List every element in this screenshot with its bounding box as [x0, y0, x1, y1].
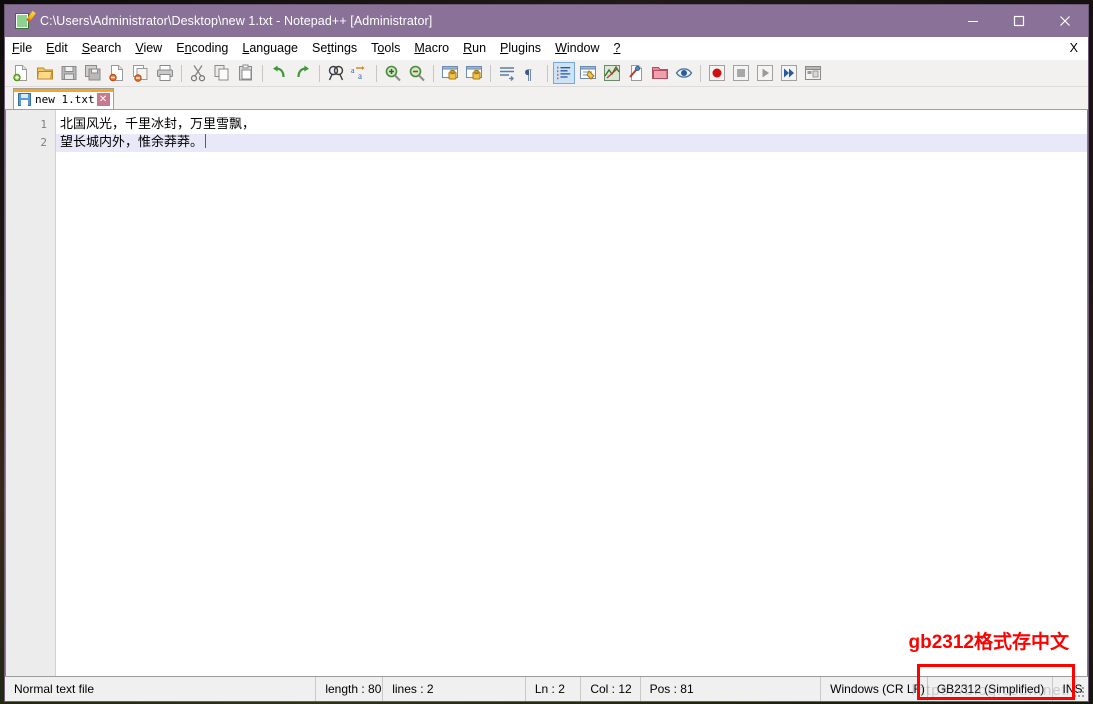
resize-grip[interactable] [1072, 685, 1086, 699]
macro-record-icon[interactable] [706, 62, 728, 84]
replace-icon[interactable]: a a [349, 62, 371, 84]
status-encoding[interactable]: GB2312 (Simplified) [928, 677, 1054, 701]
close-file-icon[interactable] [106, 62, 128, 84]
svg-text:a: a [358, 71, 362, 81]
toolbar-separator [490, 64, 491, 82]
minimize-button[interactable] [950, 5, 996, 37]
menu-help[interactable]: ? [607, 38, 628, 58]
red-annotation-text: gb2312格式存中文 [908, 632, 1069, 653]
title-bar: C:\Users\Administrator\Desktop\new 1.txt… [5, 5, 1088, 37]
status-column-number: Col : 12 [581, 677, 641, 701]
document-map-icon[interactable] [601, 62, 623, 84]
toolbar-separator [700, 64, 701, 82]
close-document-button[interactable]: X [1070, 41, 1078, 55]
status-line-number: Ln : 2 [526, 677, 582, 701]
menu-bar: File Edit Search View Encoding Language … [5, 37, 1088, 60]
menu-view[interactable]: View [128, 38, 169, 58]
code-line-text: 望长城内外，惟余莽莽。 [60, 135, 204, 150]
zoom-in-icon[interactable] [382, 62, 404, 84]
open-file-icon[interactable] [34, 62, 56, 84]
toolbar: a a ¶ [5, 60, 1088, 87]
code-line-current[interactable]: 望长城内外，惟余莽莽。 [56, 134, 1087, 152]
status-document-type: Normal text file [5, 677, 317, 701]
function-list-icon[interactable] [625, 62, 647, 84]
toolbar-separator [262, 64, 263, 82]
paste-icon[interactable] [235, 62, 257, 84]
status-lines: lines : 2 [383, 677, 526, 701]
indent-guideline-icon[interactable] [553, 62, 575, 84]
svg-text:a: a [351, 66, 355, 75]
tab-bar: new 1.txt ✕ [5, 87, 1088, 110]
monitoring-icon[interactable] [673, 62, 695, 84]
tab-label: new 1.txt [35, 92, 95, 106]
menu-window[interactable]: Window [548, 38, 606, 58]
toolbar-separator [547, 64, 548, 82]
close-button[interactable] [1042, 5, 1088, 37]
notepad-plus-plus-window: C:\Users\Administrator\Desktop\new 1.txt… [4, 4, 1089, 702]
svg-text:¶: ¶ [525, 67, 532, 82]
menu-macro[interactable]: Macro [407, 38, 456, 58]
menu-language[interactable]: Language [235, 38, 305, 58]
text-caret [205, 134, 207, 148]
floppy-disk-icon [18, 92, 31, 106]
print-icon[interactable] [154, 62, 176, 84]
toolbar-separator [433, 64, 434, 82]
toolbar-separator [319, 64, 320, 82]
menu-settings[interactable]: Settings [305, 38, 364, 58]
show-all-characters-icon[interactable]: ¶ [520, 62, 542, 84]
close-tab-icon[interactable]: ✕ [96, 92, 110, 106]
window-title: C:\Users\Administrator\Desktop\new 1.txt… [40, 14, 433, 28]
new-file-icon[interactable] [10, 62, 32, 84]
user-defined-dialog-icon[interactable] [577, 62, 599, 84]
copy-icon[interactable] [211, 62, 233, 84]
save-icon[interactable] [58, 62, 80, 84]
menu-tools[interactable]: Tools [364, 38, 407, 58]
code-line[interactable]: 北国风光，千里冰封，万里雪飘， [56, 116, 1087, 134]
status-eol-format[interactable]: Windows (CR LF) [821, 677, 928, 701]
menu-encoding[interactable]: Encoding [169, 38, 235, 58]
line-number-gutter: 1 2 [6, 110, 56, 676]
code-line-text: 北国风光，千里冰封，万里雪飘， [60, 117, 256, 132]
folder-as-workspace-icon[interactable] [649, 62, 671, 84]
save-all-icon[interactable] [82, 62, 104, 84]
macro-stop-icon[interactable] [730, 62, 752, 84]
close-all-files-icon[interactable] [130, 62, 152, 84]
word-wrap-icon[interactable] [496, 62, 518, 84]
menu-plugins[interactable]: Plugins [493, 38, 548, 58]
zoom-out-icon[interactable] [406, 62, 428, 84]
undo-icon[interactable] [268, 62, 290, 84]
notepad-pencil-icon [14, 10, 36, 30]
line-number: 2 [40, 136, 47, 149]
macro-save-icon[interactable] [802, 62, 824, 84]
menu-run[interactable]: Run [456, 38, 493, 58]
macro-run-multiple-icon[interactable] [778, 62, 800, 84]
redo-icon[interactable] [292, 62, 314, 84]
macro-playback-icon[interactable] [754, 62, 776, 84]
status-length: length : 80 [316, 677, 384, 701]
menu-search[interactable]: Search [75, 38, 129, 58]
menu-file[interactable]: File [5, 38, 39, 58]
toolbar-separator [376, 64, 377, 82]
toolbar-separator [181, 64, 182, 82]
window-controls [950, 5, 1088, 37]
maximize-button[interactable] [996, 5, 1042, 37]
status-bar: Normal text file length : 80 lines : 2 L… [5, 664, 1088, 701]
cut-icon[interactable] [187, 62, 209, 84]
sync-horizontal-scrolling-icon[interactable] [463, 62, 485, 84]
status-position: Pos : 81 [641, 677, 822, 701]
line-number: 1 [40, 118, 47, 131]
editor-area[interactable]: 1 2 北国风光，千里冰封，万里雪飘， 望长城内外，惟余莽莽。 gb2312格式… [5, 110, 1088, 676]
find-icon[interactable] [325, 62, 347, 84]
sync-vertical-scrolling-icon[interactable] [439, 62, 461, 84]
tab-new-1-txt[interactable]: new 1.txt ✕ [13, 88, 114, 109]
menu-edit[interactable]: Edit [39, 38, 75, 58]
text-content[interactable]: 北国风光，千里冰封，万里雪飘， 望长城内外，惟余莽莽。 gb2312格式存中文 [56, 110, 1087, 676]
